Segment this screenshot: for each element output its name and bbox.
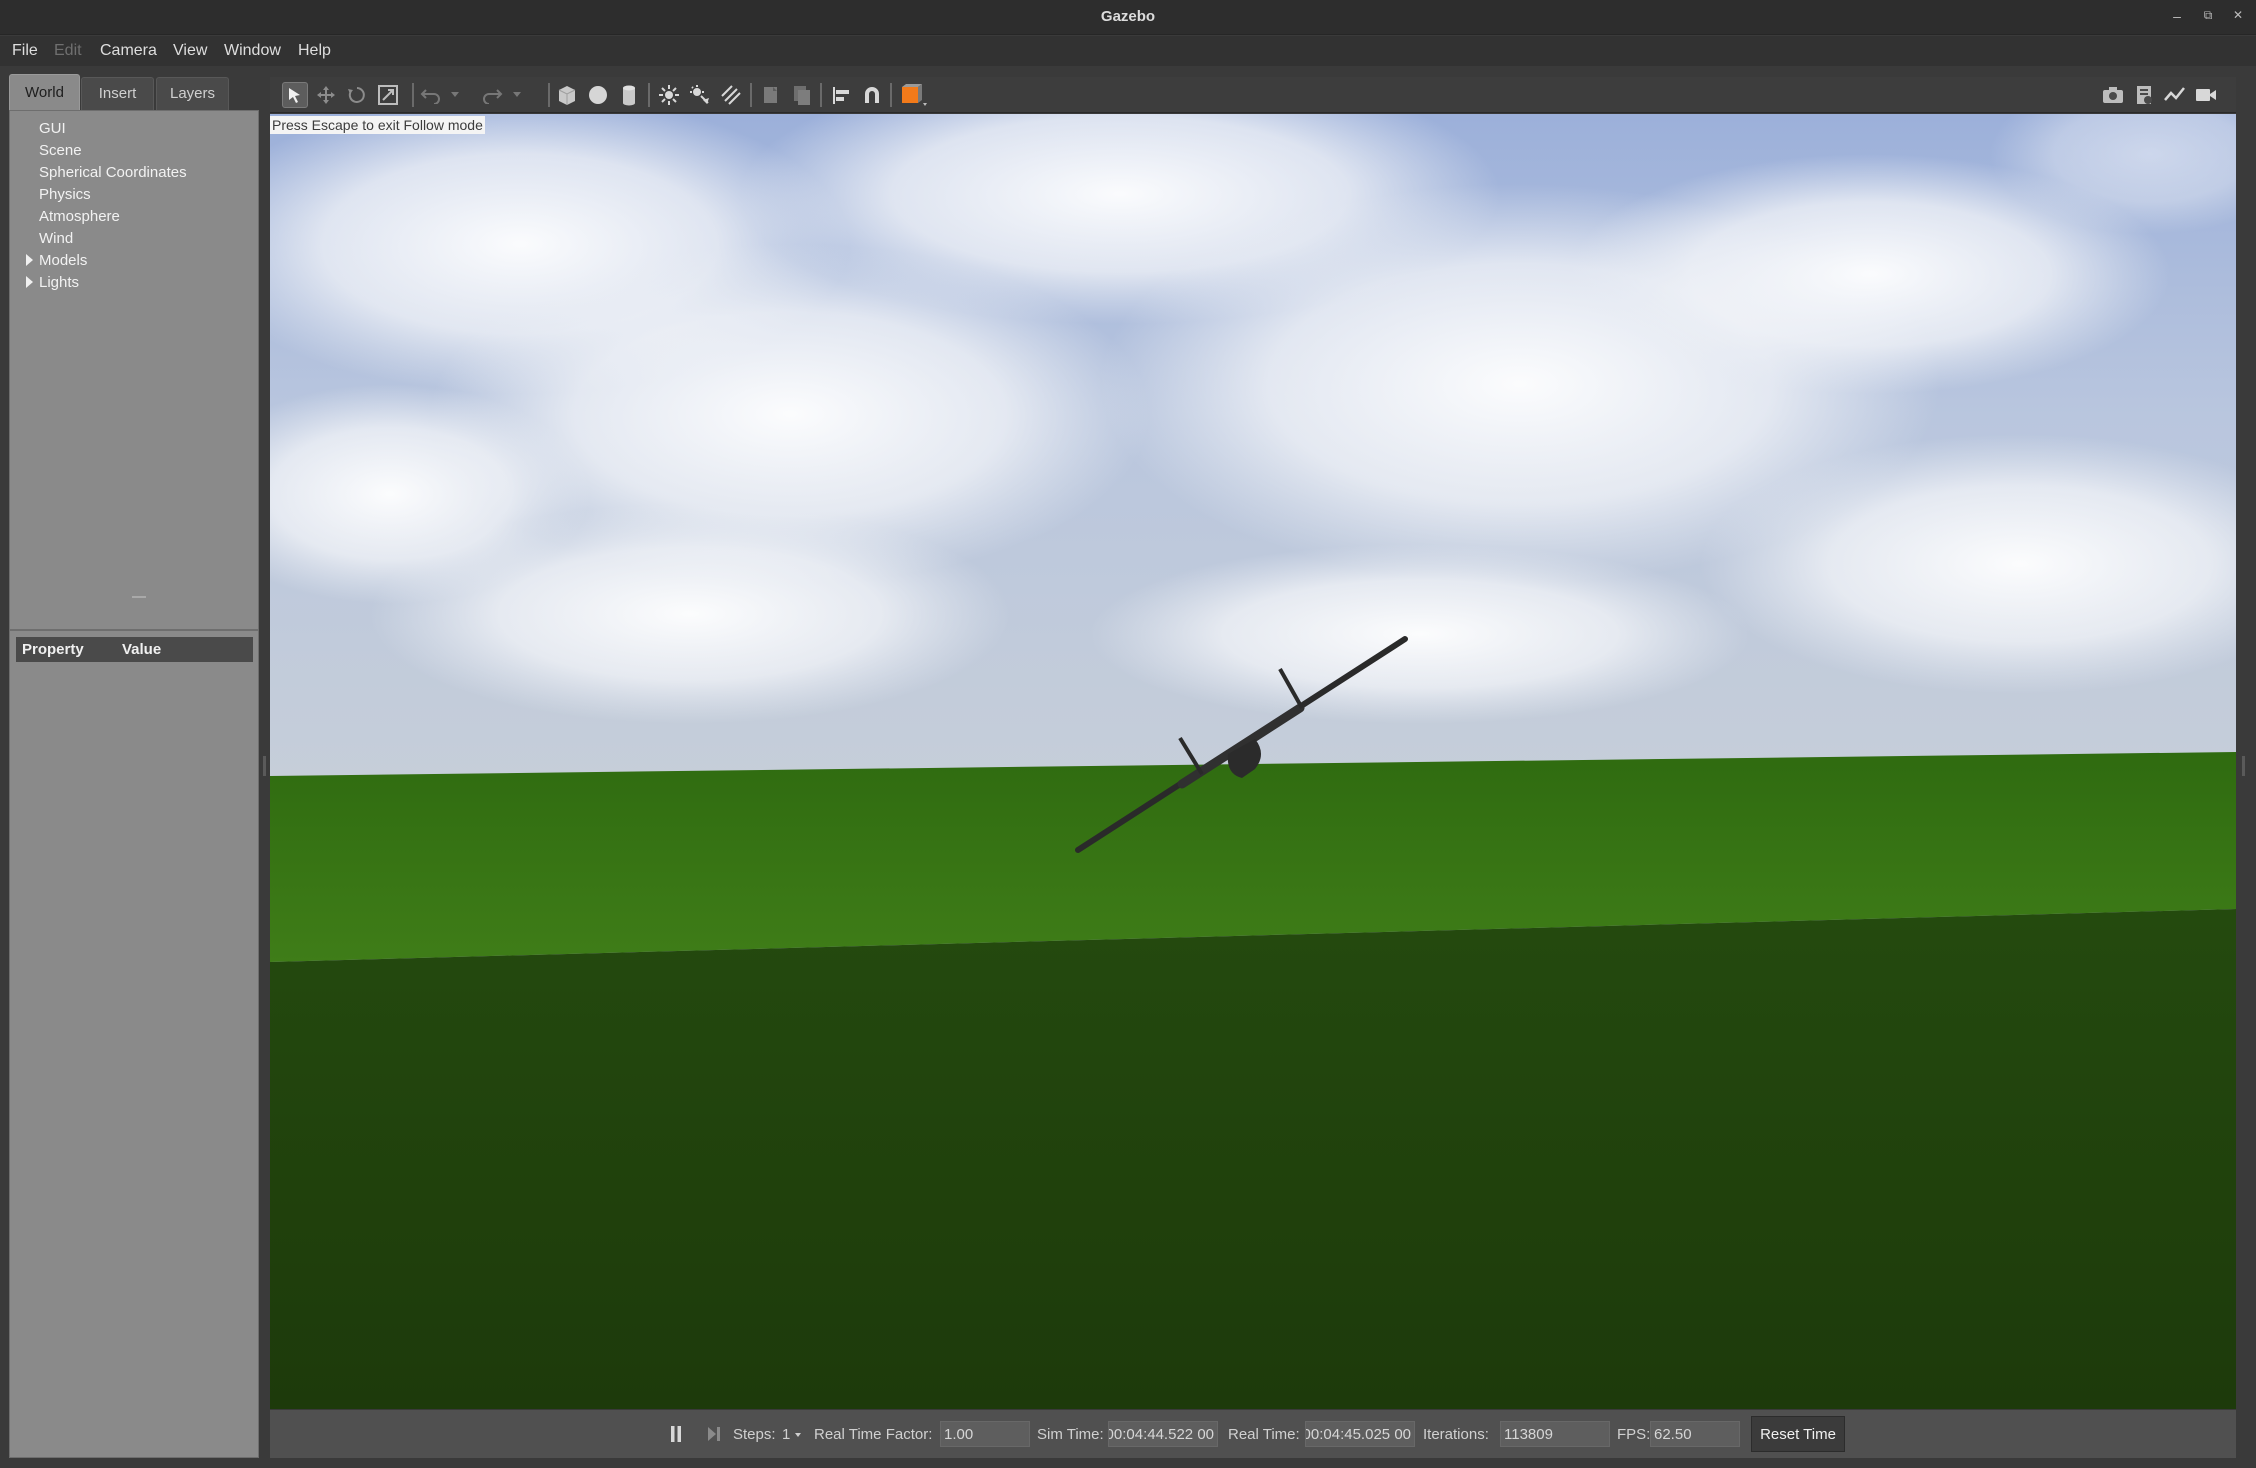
scene-viewport[interactable]: Press Escape to exit Follow mode [270,114,2236,1409]
iterations-label: Iterations: [1423,1426,1489,1443]
undo-icon[interactable] [418,82,444,108]
point-light-icon[interactable] [656,82,682,108]
screenshot-camera-icon[interactable] [2100,82,2126,108]
directional-light-icon[interactable] [718,82,744,108]
property-header: Property Value [16,637,253,662]
rotate-icon[interactable] [344,82,370,108]
scene-render [270,114,2236,1409]
panel-splitter-handle[interactable] [132,596,146,598]
real-time-label: Real Time: [1228,1426,1300,1443]
align-icon[interactable] [828,82,854,108]
pause-icon[interactable] [666,1422,686,1446]
tree-item-physics[interactable]: Physics [39,186,91,203]
redo-dropdown-icon[interactable] [510,82,524,108]
sphere-shape-icon[interactable] [585,82,611,108]
expand-arrow-icon[interactable] [26,254,33,266]
tree-item-models[interactable]: Models [39,252,87,269]
tab-layers[interactable]: Layers [156,77,229,110]
tab-world[interactable]: World [9,74,80,110]
toolbar-separator [412,83,414,107]
menu-window[interactable]: Window [224,42,281,60]
world-tree: GUI Scene Spherical Coordinates Physics … [9,110,259,630]
reset-time-button[interactable]: Reset Time [1751,1416,1845,1452]
translate-icon[interactable] [313,82,339,108]
scene-toolbar [270,77,2236,113]
copy-icon[interactable] [758,82,784,108]
toolbar-separator [548,83,550,107]
fps-label: FPS: [1617,1426,1651,1443]
left-panel-tabs: World Insert Layers [9,74,259,110]
cylinder-shape-icon[interactable] [616,82,642,108]
scale-icon[interactable] [375,82,401,108]
menu-edit[interactable]: Edit [54,42,82,60]
time-panel: Steps: 1 Real Time Factor: 1.00 Sim Time… [270,1410,2236,1458]
close-button[interactable]: ✕ [2229,8,2247,22]
sim-time-value: 00 00:04:44.522 [1108,1421,1218,1447]
menu-help[interactable]: Help [298,42,331,60]
toolbar-separator [820,83,822,107]
view-angle-icon[interactable] [898,82,930,108]
minimize-button[interactable]: – [2168,8,2186,24]
toolbar-separator [648,83,650,107]
menu-file[interactable]: File [12,42,38,60]
window-title: Gazebo [1100,8,1156,25]
left-panel: World Insert Layers GUI Scene Spherical … [9,74,259,1458]
redo-icon[interactable] [479,82,505,108]
tree-item-atmosphere[interactable]: Atmosphere [39,208,120,225]
undo-dropdown-icon[interactable] [448,82,462,108]
sim-time-label: Sim Time: [1037,1426,1104,1443]
tree-item-gui[interactable]: GUI [39,120,66,137]
log-record-icon[interactable] [2131,82,2157,108]
paste-icon[interactable] [789,82,815,108]
toolbar-separator [750,83,752,107]
fps-value: 62.50 [1650,1421,1740,1447]
title-bar: Gazebo – ⧉ ✕ [0,0,2256,35]
tree-item-scene[interactable]: Scene [39,142,82,159]
video-record-icon[interactable] [2193,82,2219,108]
follow-mode-message: Press Escape to exit Follow mode [270,116,485,134]
property-panel: Property Value [9,630,259,1458]
right-splitter-handle[interactable] [2242,756,2245,776]
menu-view[interactable]: View [173,42,207,60]
restore-button[interactable]: ⧉ [2199,8,2217,23]
plot-icon[interactable] [2162,82,2188,108]
property-column-header: Property [22,641,84,658]
left-splitter-handle[interactable] [263,756,266,776]
snap-magnet-icon[interactable] [859,82,885,108]
real-time-factor-value: 1.00 [940,1421,1030,1447]
tab-insert[interactable]: Insert [81,77,154,110]
toolbar-separator [890,83,892,107]
tree-item-wind[interactable]: Wind [39,230,73,247]
steps-label: Steps: [733,1426,776,1443]
steps-dropdown-icon[interactable] [795,1433,801,1437]
menu-camera[interactable]: Camera [100,42,157,60]
tree-item-spherical-coordinates[interactable]: Spherical Coordinates [39,164,187,181]
select-arrow-icon[interactable] [282,82,308,108]
real-time-factor-label: Real Time Factor: [814,1426,933,1443]
menu-bar: File Edit Camera View Window Help [0,36,2256,66]
tree-item-lights[interactable]: Lights [39,274,79,291]
iterations-value: 113809 [1500,1421,1610,1447]
spot-light-icon[interactable] [687,82,713,108]
gazebo-window: Gazebo – ⧉ ✕ File Edit Camera View Windo… [0,0,2256,1468]
real-time-value: 00 00:04:45.025 [1305,1421,1415,1447]
value-column-header: Value [122,641,162,658]
steps-value[interactable]: 1 [782,1426,790,1443]
box-shape-icon[interactable] [554,82,580,108]
step-forward-icon[interactable] [704,1422,724,1446]
expand-arrow-icon[interactable] [26,276,33,288]
